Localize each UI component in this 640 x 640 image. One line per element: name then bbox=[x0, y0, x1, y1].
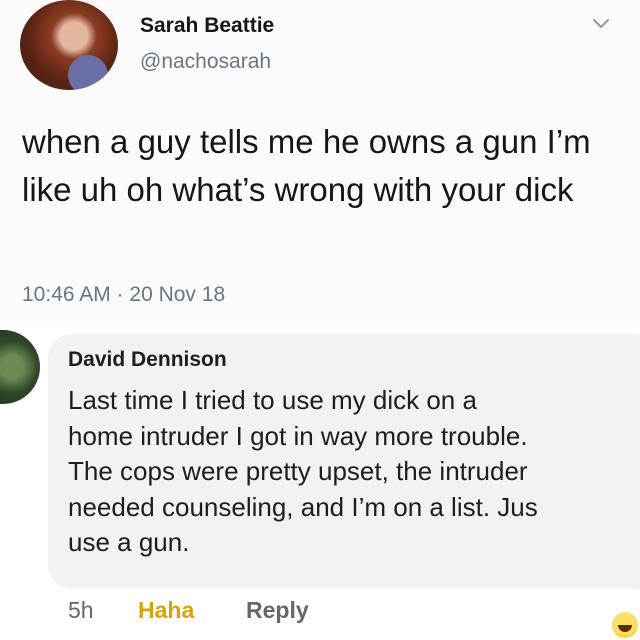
tweet-timestamp[interactable]: 10:46 AM · 20 Nov 18 bbox=[22, 283, 225, 307]
avatar-detail bbox=[68, 55, 108, 90]
reply-button[interactable]: Reply bbox=[246, 597, 309, 624]
comment-text: Last time I tried to use my dick on a ho… bbox=[68, 383, 640, 561]
tweet-author-handle[interactable]: @nachosarah bbox=[140, 50, 271, 74]
comment-author-name[interactable]: David Dennison bbox=[68, 348, 227, 372]
comment-line: The cops were pretty upset, the intruder bbox=[68, 456, 528, 486]
comment-avatar[interactable] bbox=[0, 330, 40, 404]
avatar[interactable] bbox=[20, 0, 118, 90]
chevron-down-icon[interactable] bbox=[590, 12, 612, 34]
tweet-card: Sarah Beattie @nachosarah when a guy tel… bbox=[0, 0, 640, 325]
comment-line: use a gun. bbox=[68, 527, 190, 557]
comment-line: Last time I tried to use my dick on a bbox=[68, 385, 477, 415]
comment-time[interactable]: 5h bbox=[68, 597, 94, 624]
comment-line: needed counseling, and I’m on a list. Ju… bbox=[68, 491, 538, 522]
haha-reaction-button[interactable]: Haha bbox=[138, 597, 194, 624]
laughing-emoji-icon[interactable] bbox=[612, 612, 638, 638]
tweet-author-name[interactable]: Sarah Beattie bbox=[140, 14, 274, 38]
tweet-text: when a guy tells me he owns a gun I’m li… bbox=[22, 123, 591, 208]
comment-line: home intruder I got in way more trouble. bbox=[68, 420, 528, 451]
